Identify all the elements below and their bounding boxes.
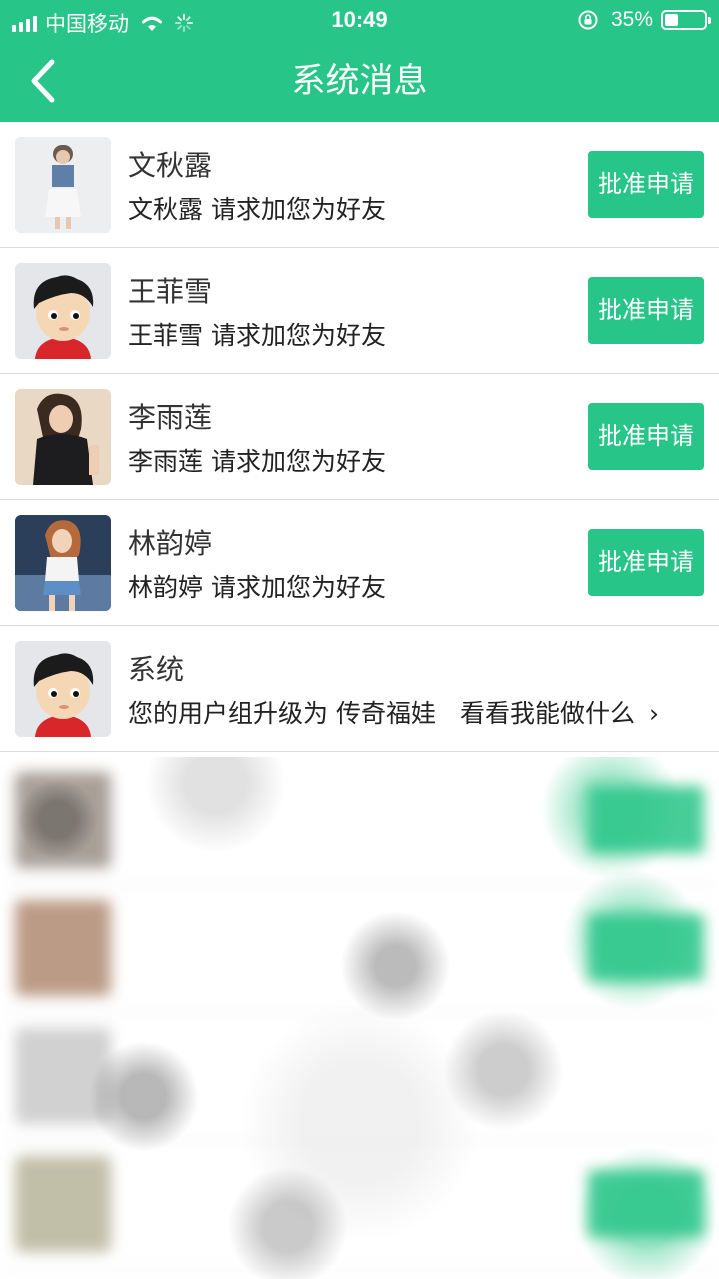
sender-name: 林韵婷	[128, 527, 213, 560]
list-item[interactable]: 文秋露 文秋露 请求加您为好友 批准申请	[0, 122, 719, 248]
approve-request-button[interactable]: 批准申请	[588, 277, 704, 344]
page-title: 系统消息	[291, 61, 428, 101]
sender-name: 文秋露	[128, 149, 213, 182]
avatar	[15, 900, 111, 996]
rotation-lock-icon	[578, 10, 598, 30]
battery-icon	[661, 10, 711, 30]
avatar	[15, 389, 111, 485]
what-can-i-do-link[interactable]: 看看我能做什么	[460, 699, 635, 728]
battery-level	[665, 14, 678, 26]
avatar	[15, 515, 111, 611]
upgrade-notice: 您的用户组升级为 传奇福娃	[128, 699, 436, 728]
list-item[interactable]: 王菲雪 王菲雪 请求加您为好友 批准申请	[0, 248, 719, 374]
avatar	[15, 1028, 111, 1124]
list-item[interactable]: 系统 您的用户组升级为 传奇福娃 看看我能做什么 ›	[0, 626, 719, 752]
avatar	[15, 263, 111, 359]
chevron-right-icon: ›	[648, 699, 659, 728]
list-item	[0, 757, 719, 885]
message-text: 林韵婷 请求加您为好友	[128, 573, 386, 602]
list-item	[0, 1013, 719, 1141]
list-item[interactable]: 李雨莲 李雨莲 请求加您为好友 批准申请	[0, 374, 719, 500]
approve-request-button[interactable]: 批准申请	[588, 151, 704, 218]
approve-request-button[interactable]: 批准申请	[588, 403, 704, 470]
message-text: 王菲雪 请求加您为好友	[128, 321, 386, 350]
avatar	[15, 1156, 111, 1252]
sender-name: 王菲雪	[128, 275, 213, 308]
back-arrow-icon	[31, 59, 55, 103]
avatar	[15, 641, 111, 737]
list-item	[0, 1141, 719, 1269]
approve-request-button	[588, 914, 704, 981]
list-item	[0, 885, 719, 1013]
avatar	[15, 772, 111, 868]
nav-bar: 系统消息	[0, 40, 719, 122]
approve-request-button[interactable]: 批准申请	[588, 529, 704, 596]
avatar	[15, 137, 111, 233]
message-list: 文秋露 文秋露 请求加您为好友 批准申请 王菲雪 王菲雪 请求加您为好友 批准申…	[0, 122, 719, 752]
message-text: 李雨莲 请求加您为好友	[128, 447, 386, 476]
approve-request-button	[588, 786, 704, 853]
message-text: 文秋露 请求加您为好友	[128, 195, 386, 224]
battery-percent: 35%	[610, 8, 653, 31]
sender-name: 李雨莲	[128, 401, 213, 434]
list-item[interactable]: 林韵婷 林韵婷 请求加您为好友 批准申请	[0, 500, 719, 626]
status-bar: 中国移动 10:49 35%	[0, 0, 719, 40]
approve-request-button	[588, 1170, 704, 1237]
back-button[interactable]	[20, 54, 70, 108]
obscured-list-area	[0, 757, 719, 1279]
message-text: 您的用户组升级为 传奇福娃 看看我能做什么 ›	[128, 694, 659, 730]
sender-name: 系统	[128, 653, 185, 686]
